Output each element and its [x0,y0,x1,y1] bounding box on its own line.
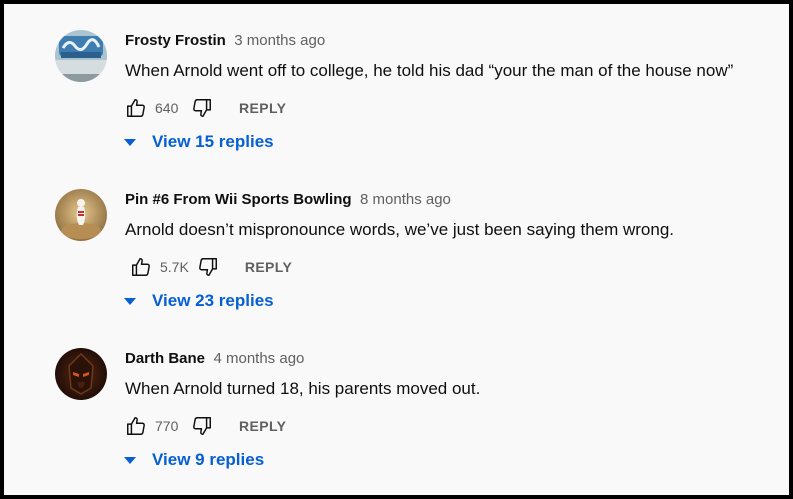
thumbs-down-icon[interactable] [191,415,213,437]
comment-timestamp[interactable]: 3 months ago [234,32,325,49]
author-name[interactable]: Pin #6 From Wii Sports Bowling [125,191,352,208]
reply-button[interactable]: REPLY [239,100,286,116]
author-line: Frosty Frostin 3 months ago [125,32,325,50]
view-replies-button[interactable]: View 9 replies [123,450,264,470]
comment-timestamp[interactable]: 4 months ago [213,350,304,367]
view-replies-label: View 23 replies [152,291,274,310]
comment-text: When Arnold went off to college, he told… [125,61,734,80]
thumbs-down-icon[interactable] [191,97,213,119]
author-name[interactable]: Frosty Frostin [125,32,226,49]
author-line: Pin #6 From Wii Sports Bowling 8 months … [125,191,451,209]
author-line: Darth Bane 4 months ago [125,350,304,368]
comment-timestamp[interactable]: 8 months ago [360,191,451,208]
comment-actions: 5.7K REPLY [130,255,292,279]
avatar[interactable] [55,348,107,400]
thumbs-up-icon[interactable] [130,256,152,278]
caret-down-icon [123,135,137,149]
caret-down-icon [123,294,137,308]
like-count: 640 [155,100,179,116]
thumbs-up-icon[interactable] [125,415,147,437]
thumbs-up-icon[interactable] [125,97,147,119]
author-name[interactable]: Darth Bane [125,350,205,367]
caret-down-icon [123,453,137,467]
like-count: 5.7K [160,259,189,275]
view-replies-label: View 15 replies [152,132,274,151]
comment-text: When Arnold turned 18, his parents moved… [125,379,481,398]
comment-text: Arnold doesn’t mispronounce words, we’ve… [125,220,675,239]
comment-thread: Frosty Frostin 3 months ago When Arnold … [4,10,789,169]
comment-thread: Pin #6 From Wii Sports Bowling 8 months … [4,169,789,328]
view-replies-button[interactable]: View 23 replies [123,291,274,311]
bowling-pin-avatar-icon [55,189,107,241]
like-count: 770 [155,418,179,434]
thumbs-down-icon[interactable] [197,256,219,278]
reply-button[interactable]: REPLY [245,259,292,275]
view-replies-button[interactable]: View 15 replies [123,132,274,152]
comment-actions: 770 REPLY [125,414,286,438]
comment-thread: Darth Bane 4 months ago When Arnold turn… [4,328,789,487]
reply-button[interactable]: REPLY [239,418,286,434]
comments-section: Frosty Frostin 3 months ago When Arnold … [0,0,793,499]
avatar[interactable] [55,189,107,241]
avatar[interactable] [55,30,107,82]
view-replies-label: View 9 replies [152,450,265,469]
sith-helmet-avatar-icon [55,348,107,400]
comment-actions: 640 REPLY [125,96,286,120]
snow-scene-avatar-icon [55,30,107,82]
